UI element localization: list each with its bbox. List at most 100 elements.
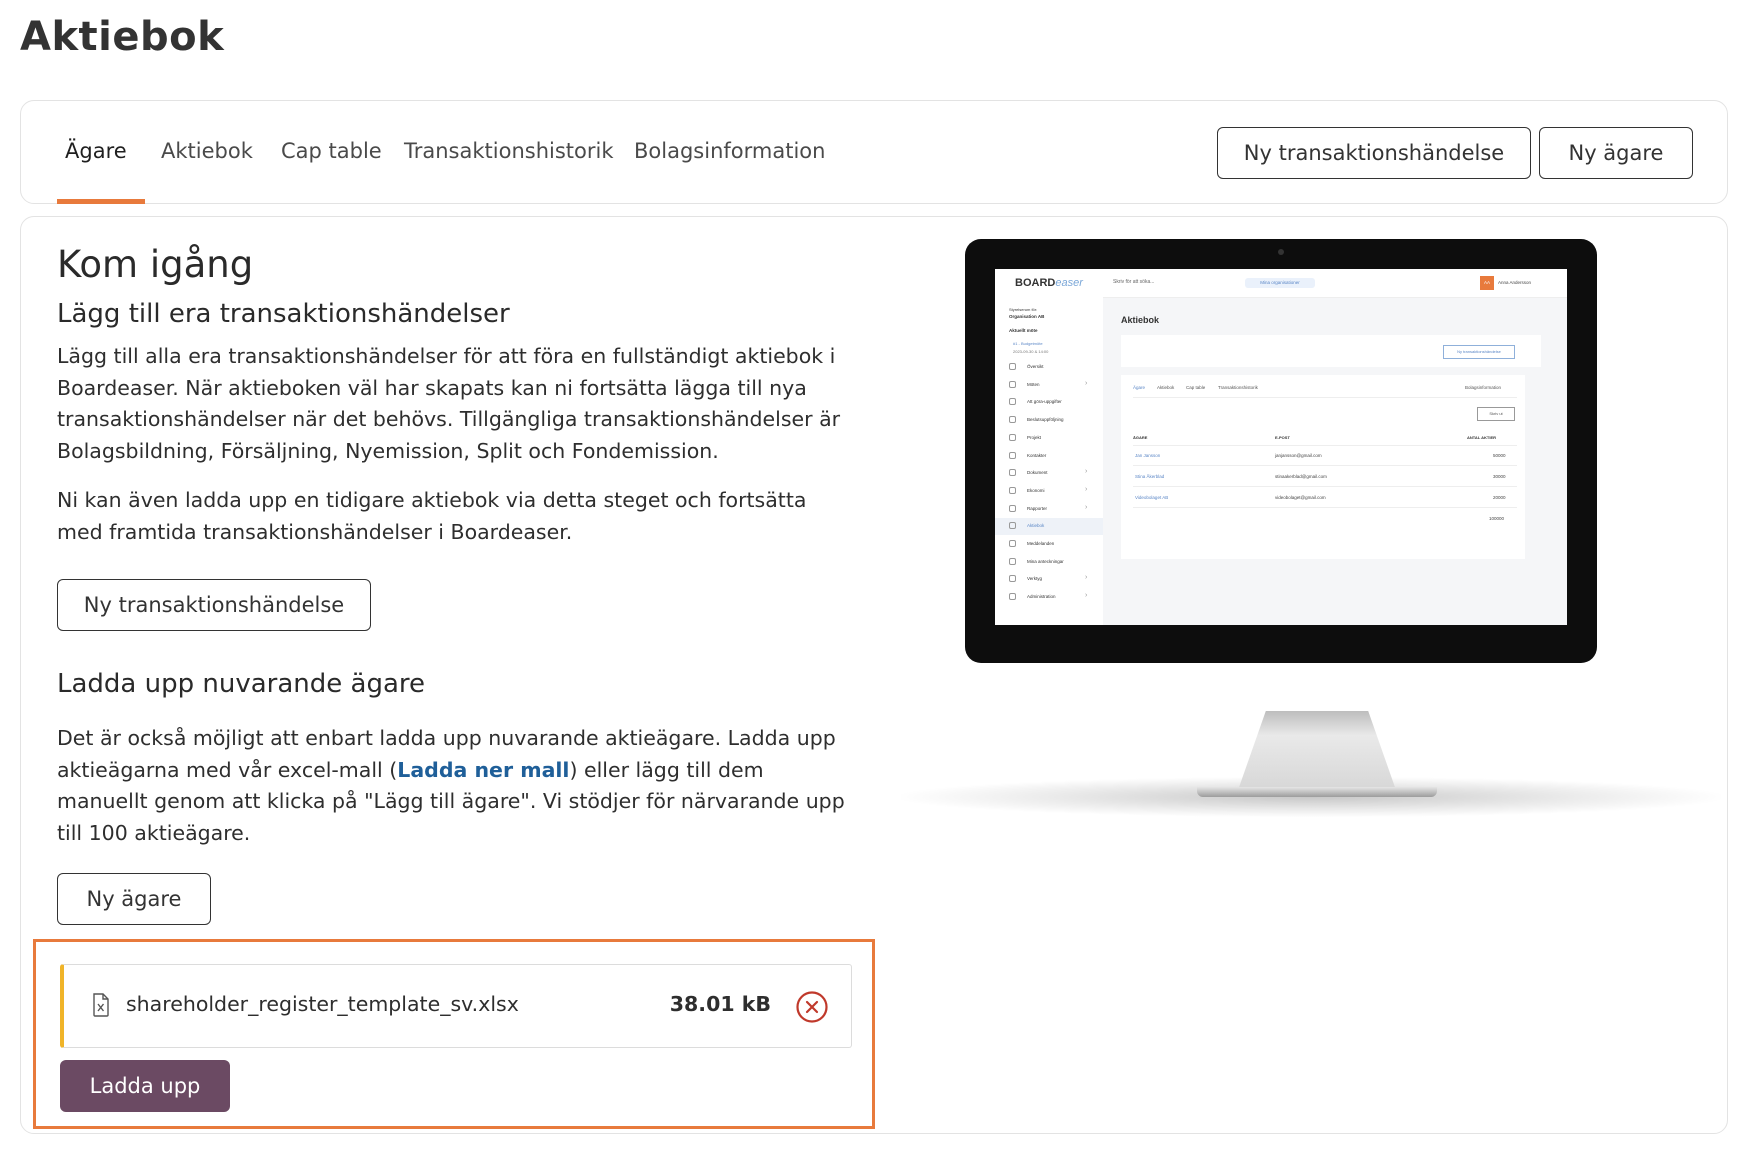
upload-button[interactable]: Ladda upp <box>60 1060 230 1112</box>
chevron-right-icon: › <box>1085 592 1088 600</box>
app-nav-item: Rapporter › <box>995 501 1103 518</box>
file-size: 38.01 kB <box>669 992 771 1016</box>
app-nav-label: Att göra-uppgifter <box>1027 399 1062 405</box>
app-tabs-divider <box>1133 397 1517 398</box>
app-nav-item: Möten › <box>995 377 1103 394</box>
app-page-title: Aktiebok <box>1121 315 1160 325</box>
app-nav-label: Aktiebok <box>1027 523 1045 529</box>
app-nav-icon <box>1009 380 1016 388</box>
app-avatar: AA <box>1480 276 1494 290</box>
app-nav-icon <box>1009 363 1016 370</box>
tab-bolagsinformation[interactable]: Bolagsinformation <box>634 139 825 163</box>
app-new-transaction-button: Ny transaktionshändelse <box>1443 345 1515 359</box>
app-nav-label: Projekt <box>1027 434 1042 440</box>
new-transaction-header-button[interactable]: Ny transaktionshändelse <box>1217 127 1531 179</box>
app-col-owner: ÄGARE <box>1133 435 1148 440</box>
chevron-right-icon: › <box>1085 379 1088 387</box>
app-meeting-name: #1 - Budgetmöte <box>1013 341 1043 346</box>
app-nav-label: Dokument <box>1027 470 1048 476</box>
app-table-box: Ägare Aktiebok Cap table Transaktionshis… <box>1121 375 1525 559</box>
chevron-right-icon: › <box>1085 485 1088 493</box>
transactions-upload-note: Ni kan även ladda upp en tidigare aktieb… <box>57 488 807 544</box>
app-tab-aktiebok: Aktiebok <box>1157 385 1175 390</box>
transactions-description: Lägg till alla era transaktionshändelser… <box>57 344 841 463</box>
tab-transaktionshistorik[interactable]: Transaktionshistorik <box>404 139 614 163</box>
file-name: shareholder_register_template_sv.xlsx <box>126 992 519 1016</box>
app-nav-label: Meddelanden <box>1027 541 1055 546</box>
upload-section: shareholder_register_template_sv.xlsx 38… <box>33 939 875 1129</box>
app-col-shares: ANTAL AKTIER <box>1467 435 1497 440</box>
monitor-screen: BOARDeaser Skriv för att söka... Mina or… <box>995 269 1567 625</box>
camera-dot <box>1278 249 1284 255</box>
app-nav-item: Verktyg › <box>995 571 1103 588</box>
app-user-name: Anna Andersson <box>1498 280 1532 285</box>
excel-file-icon <box>92 993 110 1021</box>
tab-aktiebok[interactable]: Aktiebok <box>161 139 253 163</box>
new-owner-button[interactable]: Ny ägare <box>57 873 211 925</box>
app-row-divider <box>1133 507 1517 508</box>
tabs-bar: Ägare Aktiebok Cap table Transaktionshis… <box>20 100 1728 204</box>
app-search: Skriv för att söka... <box>1113 279 1155 285</box>
app-row-divider <box>1133 486 1517 487</box>
app-nav-icon <box>1009 575 1016 583</box>
app-nav-item: Dokument › <box>995 465 1103 482</box>
app-action-box: Ny transaktionshändelse <box>1121 335 1541 367</box>
chevron-right-icon: › <box>1085 503 1088 511</box>
app-row-name: Jan Jansson <box>1135 453 1161 458</box>
app-nav-icon <box>1009 398 1016 406</box>
app-tab-bolagsinformation: Bolagsinformation <box>1465 385 1502 390</box>
app-org-name: Organisation AB <box>1009 314 1045 319</box>
app-nav-item: Kontakter <box>995 448 1103 465</box>
app-nav-label: Översikt <box>1027 364 1044 369</box>
app-tab-cap-table: Cap table <box>1186 385 1206 390</box>
chevron-right-icon: › <box>1085 468 1088 476</box>
app-sidebar: Styrelserum för: Organisation AB Aktuell… <box>995 297 1103 625</box>
app-nav-icon <box>1009 433 1016 441</box>
app-nav-item: Administration › <box>995 589 1103 606</box>
app-nav-item: Beslutsuppföljning <box>995 412 1103 429</box>
tab-agare[interactable]: Ägare <box>65 139 127 163</box>
owners-heading: Ladda upp nuvarande ägare <box>57 669 425 699</box>
app-meeting-date: 2023-09-30 & 14:00 <box>1013 349 1049 354</box>
download-template-link[interactable]: Ladda ner mall <box>397 758 569 782</box>
chevron-right-icon: › <box>1085 574 1088 582</box>
product-illustration: BOARDeaser Skriv för att söka... Mina or… <box>901 217 1721 817</box>
selected-file-row: shareholder_register_template_sv.xlsx 38… <box>60 964 852 1048</box>
app-nav-icon <box>1009 451 1016 459</box>
app-col-email: E-POST <box>1275 435 1290 440</box>
app-topbar: BOARDeaser Skriv för att söka... Mina or… <box>995 269 1567 298</box>
app-row-divider <box>1133 465 1517 466</box>
new-owner-header-button[interactable]: Ny ägare <box>1539 127 1693 179</box>
app-nav-icon <box>1009 504 1016 512</box>
active-tab-indicator <box>57 199 145 204</box>
app-nav-icon <box>1009 593 1016 601</box>
app-nav-icon <box>1009 540 1016 547</box>
monitor-stand <box>1237 711 1397 793</box>
app-nav-item: Ekonomi › <box>995 483 1103 500</box>
logo-main: BOARD <box>1015 277 1056 289</box>
app-row-name: Stina Åkerblad <box>1135 474 1165 479</box>
app-nav-item: Översikt <box>995 359 1103 376</box>
app-row-email: janjansson@gmail.com <box>1275 453 1322 458</box>
app-nav-label: Administration <box>1027 594 1056 600</box>
monitor-stand-base <box>1197 787 1437 797</box>
getting-started-title: Kom igång <box>57 243 254 286</box>
new-transaction-button[interactable]: Ny transaktionshändelse <box>57 579 371 631</box>
app-row-name: Videobolaget AB <box>1135 495 1169 500</box>
app-nav-item: Meddelanden <box>995 536 1103 553</box>
tab-cap-table[interactable]: Cap table <box>281 139 382 163</box>
app-header-divider <box>1133 445 1517 446</box>
app-nav-label: Kontakter <box>1027 452 1047 458</box>
app-nav-icon <box>1009 469 1016 477</box>
app-nav-item: Projekt <box>995 430 1103 447</box>
getting-started-card: Kom igång Lägg till era transaktionshänd… <box>20 216 1728 1134</box>
app-nav-label: Mina anteckningar <box>1027 558 1064 564</box>
monitor-bezel: BOARDeaser Skriv för att söka... Mina or… <box>965 239 1597 663</box>
app-nav-label: Beslutsuppföljning <box>1027 417 1064 423</box>
app-row-email: stinaakerblad@gmail.com <box>1275 474 1327 479</box>
app-nav-item: Mina anteckningar <box>995 554 1103 571</box>
app-tab-agare: Ägare <box>1133 385 1146 390</box>
remove-file-icon[interactable] <box>795 990 829 1024</box>
app-org-pill: Mina organisationer <box>1245 278 1315 288</box>
app-nav-label: Rapporter <box>1027 505 1048 511</box>
